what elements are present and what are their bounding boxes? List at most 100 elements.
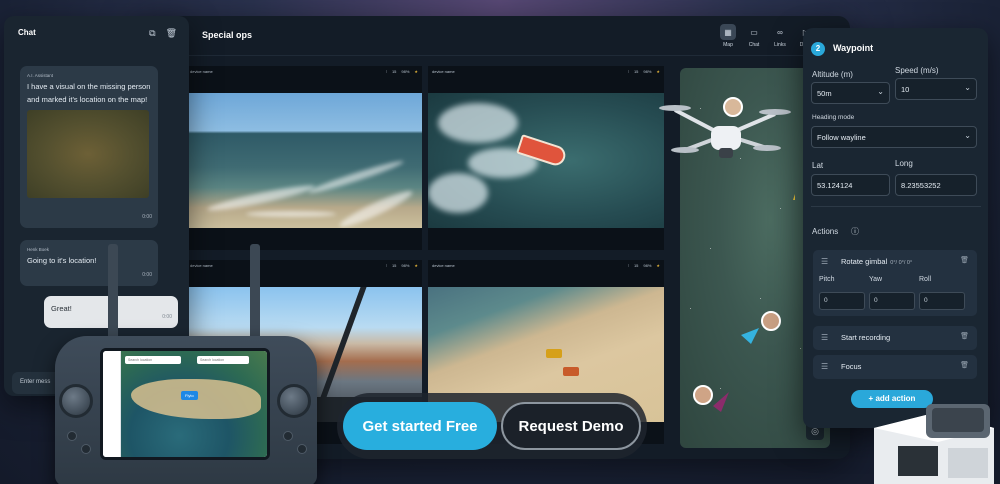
video-beach [186, 93, 422, 228]
controller-screen[interactable]: Search location Search location Flyto [100, 348, 270, 460]
controller-button[interactable] [67, 431, 77, 441]
tool-chat-label: Chat [748, 42, 760, 48]
trash-icon[interactable]: 🗑 [960, 361, 969, 369]
drag-handle-icon[interactable]: ☰ [821, 362, 828, 371]
feed-status-bar: device name ⫶ 15 98% ★ [186, 66, 422, 76]
drone-marker[interactable] [741, 328, 759, 344]
message-time: 0:00 [142, 272, 152, 278]
roll-label: Roll [919, 276, 932, 283]
chat-actions: ⧉ 🗑 [149, 28, 177, 39]
lat-input[interactable]: 53.124124 [811, 174, 890, 196]
chevron-down-icon: ⌄ [964, 131, 971, 140]
speed-value: 10 [901, 85, 910, 94]
heading-select[interactable]: Follow wayline ⌄ [811, 126, 977, 148]
screen-map[interactable]: Search location Search location Flyto [121, 351, 267, 457]
long-input[interactable]: 8.23553252 [895, 174, 977, 196]
heading-label: Heading mode [812, 114, 855, 121]
trash-icon[interactable]: 🗑 [960, 332, 969, 340]
video-feed-1[interactable]: device name ⫶ 15 98% ★ [186, 66, 422, 250]
person-marker-2[interactable] [761, 311, 781, 331]
speed-label: Speed (m/s) [895, 66, 939, 75]
divider [811, 206, 981, 207]
controller-antenna-right [250, 244, 260, 344]
feed-battery: 98% [401, 262, 410, 268]
message-author: A.I. Assistant [27, 73, 54, 78]
controller-button[interactable] [81, 444, 91, 454]
message-time: 0:00 [142, 214, 152, 220]
page-title: Special ops [202, 30, 253, 40]
signal-icon: ⫶ [385, 262, 387, 268]
left-stick[interactable] [59, 384, 93, 418]
star-icon: ★ [656, 68, 660, 74]
screen-search-input[interactable]: Search location [125, 356, 181, 364]
tool-links[interactable]: ∞ Links [770, 24, 790, 49]
app-header: Special ops ▦ Map ▭ Chat ∞ Links ▷ Devic… [140, 16, 850, 56]
tool-links-label: Links [774, 42, 786, 48]
tool-chat[interactable]: ▭ Chat [744, 24, 764, 49]
action-start-recording[interactable]: ☰ Start recording 🗑 [813, 326, 977, 350]
chat-title: Chat [18, 28, 36, 37]
feed-signal: 15 [391, 262, 397, 268]
waypoint-number: 2 [811, 42, 825, 56]
roll-input[interactable]: 0 [919, 292, 965, 310]
person-marker-1[interactable] [723, 97, 743, 117]
action-focus[interactable]: ☰ Focus 🗑 [813, 355, 977, 379]
pitch-label: Pitch [819, 276, 835, 283]
message-time: 0:00 [162, 314, 172, 320]
signal-icon: ⫶ [385, 68, 387, 74]
message-image[interactable] [27, 110, 149, 198]
drone-dock-device [874, 404, 994, 484]
drag-handle-icon[interactable]: ☰ [821, 257, 828, 266]
feed-device-name: device name [190, 68, 213, 74]
speed-select[interactable]: 10 ⌄ [895, 78, 977, 100]
lat-label: Lat [812, 161, 824, 170]
map-overlay [659, 97, 795, 412]
action-name: Focus [841, 362, 862, 371]
message-author: Henk Boek [27, 247, 50, 252]
target-marker[interactable] [713, 392, 729, 412]
feed-device-name: device name [432, 262, 455, 268]
feed-battery: 98% [643, 262, 652, 268]
popout-icon[interactable]: ⧉ [149, 28, 155, 39]
remote-controller: Search location Search location Flyto [55, 336, 317, 484]
right-stick[interactable] [277, 384, 311, 418]
waypoint-title: Waypoint [833, 43, 874, 53]
star-icon: ★ [414, 68, 418, 74]
drag-handle-icon[interactable]: ☰ [821, 333, 828, 342]
feed-device-name: device name [190, 262, 213, 268]
tool-map[interactable]: ▦ Map [718, 24, 738, 48]
help-icon[interactable]: ⓘ [851, 226, 859, 237]
action-extra: 0°/ 0°/ 0° [890, 260, 913, 266]
screen-fly-button[interactable]: Flyto [181, 391, 198, 400]
waypoint-marker[interactable] [793, 188, 795, 200]
altitude-select[interactable]: 50m ⌄ [811, 82, 890, 104]
controller-button[interactable] [283, 431, 293, 441]
feed-status-bar: device name ⫶ 15 98% ★ [428, 260, 664, 270]
message-text: I have a visual on the missing person an… [27, 82, 151, 104]
screen-sidebar [103, 351, 121, 457]
trash-icon[interactable]: 🗑 [960, 256, 969, 264]
map-icon: ▦ [720, 24, 736, 40]
get-started-button[interactable]: Get started Free [343, 402, 497, 450]
feed-status-bar: device name ⫶ 15 98% ★ [186, 260, 422, 270]
pitch-input[interactable]: 0 [819, 292, 865, 310]
feed-signal: 15 [633, 68, 639, 74]
video-feed-2[interactable]: device name ⫶ 15 98% ★ [428, 66, 664, 250]
action-rotate-gimbal[interactable]: ☰ Rotate gimbal 0°/ 0°/ 0° 🗑 Pitch Yaw Ro… [813, 250, 977, 316]
yaw-input[interactable]: 0 [869, 292, 915, 310]
signal-icon: ⫶ [627, 262, 629, 268]
controller-button[interactable] [297, 444, 307, 454]
signal-icon: ⫶ [627, 68, 629, 74]
trash-icon[interactable]: 🗑 [166, 28, 177, 39]
altitude-value: 50m [817, 89, 832, 98]
actions-label: Actions [812, 227, 839, 236]
request-demo-button[interactable]: Request Demo [501, 402, 641, 450]
tool-map-label: Map [723, 42, 733, 48]
altitude-label: Altitude (m) [812, 70, 853, 79]
screen-search-input-2[interactable]: Search location [197, 356, 249, 364]
person-marker-3[interactable] [693, 385, 713, 405]
star-icon: ★ [414, 262, 418, 268]
video-rescue-boat [428, 93, 664, 228]
chat-message-ai: A.I. Assistant I have a visual on the mi… [20, 66, 158, 228]
action-name: Start recording [841, 333, 891, 342]
